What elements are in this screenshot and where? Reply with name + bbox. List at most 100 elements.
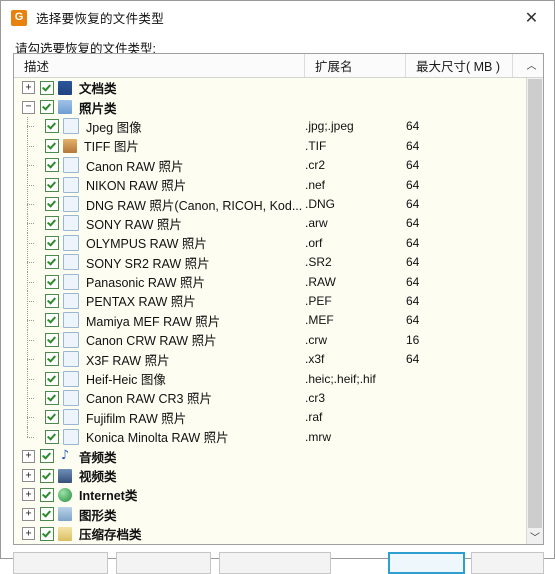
table-row[interactable]: Jpeg 图像.jpg;.jpeg64 bbox=[14, 117, 543, 136]
row-label: Mamiya MEF RAW 照片 bbox=[86, 311, 220, 330]
row-checkbox[interactable] bbox=[45, 178, 59, 192]
table-row[interactable]: +图形类 bbox=[14, 505, 543, 524]
row-checkbox[interactable] bbox=[45, 294, 59, 308]
row-label: 照片类 bbox=[79, 98, 117, 117]
row-checkbox[interactable] bbox=[45, 333, 59, 347]
row-label: Konica Minolta RAW 照片 bbox=[86, 427, 229, 446]
title-bar: G 选择要恢复的文件类型 ✕ bbox=[1, 1, 554, 34]
scroll-up-icon[interactable]: ︿ bbox=[525, 57, 538, 72]
globe-icon bbox=[58, 488, 72, 502]
row-checkbox[interactable] bbox=[40, 81, 54, 95]
expand-icon[interactable]: + bbox=[22, 488, 35, 501]
restore-default-button[interactable] bbox=[219, 552, 331, 574]
file-icon bbox=[63, 215, 79, 231]
table-row[interactable]: − 照片类 bbox=[14, 97, 543, 116]
expand-icon[interactable]: + bbox=[22, 81, 35, 94]
row-max-size: 64 bbox=[406, 255, 513, 269]
row-checkbox[interactable] bbox=[45, 139, 59, 153]
close-icon[interactable]: ✕ bbox=[509, 1, 554, 34]
row-checkbox[interactable] bbox=[40, 100, 54, 114]
tree-indent-guide bbox=[14, 136, 40, 155]
row-checkbox[interactable] bbox=[45, 275, 59, 289]
row-checkbox[interactable] bbox=[45, 352, 59, 366]
collapse-icon[interactable]: − bbox=[22, 101, 35, 114]
scrollbar-thumb[interactable] bbox=[528, 79, 542, 528]
row-checkbox[interactable] bbox=[45, 313, 59, 327]
row-description-cell: +视频类 bbox=[14, 466, 305, 485]
select-all-button[interactable] bbox=[13, 552, 108, 574]
graphics-icon bbox=[58, 507, 72, 521]
row-checkbox[interactable] bbox=[45, 410, 59, 424]
row-extension: .arw bbox=[305, 216, 406, 230]
row-checkbox[interactable] bbox=[40, 469, 54, 483]
table-row[interactable]: Canon RAW 照片.cr264 bbox=[14, 156, 543, 175]
table-row[interactable]: +视频类 bbox=[14, 466, 543, 485]
column-header-extension[interactable]: 扩展名 bbox=[305, 54, 406, 77]
table-row[interactable]: Panasonic RAW 照片.RAW64 bbox=[14, 272, 543, 291]
table-row[interactable]: +压缩存档类 bbox=[14, 524, 543, 543]
expand-icon[interactable]: + bbox=[22, 469, 35, 482]
row-label: OLYMPUS RAW 照片 bbox=[86, 233, 207, 252]
row-checkbox[interactable] bbox=[40, 507, 54, 521]
table-row[interactable]: +♪音频类 bbox=[14, 446, 543, 465]
row-extension: .TIF bbox=[305, 139, 406, 153]
row-extension: .SR2 bbox=[305, 255, 406, 269]
column-header-maxsize[interactable]: 最大尺寸( MB ) bbox=[406, 54, 513, 77]
tree-indent-guide bbox=[14, 156, 40, 175]
row-label: X3F RAW 照片 bbox=[86, 350, 170, 369]
scroll-down-icon[interactable]: ﹀ bbox=[527, 528, 543, 544]
tree-indent-guide bbox=[14, 214, 40, 233]
table-row[interactable]: Canon RAW CR3 照片.cr3 bbox=[14, 388, 543, 407]
table-row[interactable]: Canon CRW RAW 照片.crw16 bbox=[14, 330, 543, 349]
column-header-description[interactable]: 描述 bbox=[14, 54, 305, 77]
row-checkbox[interactable] bbox=[40, 449, 54, 463]
row-label: Panasonic RAW 照片 bbox=[86, 272, 205, 291]
row-label: SONY RAW 照片 bbox=[86, 214, 182, 233]
table-row[interactable]: Mamiya MEF RAW 照片.MEF64 bbox=[14, 311, 543, 330]
expand-icon[interactable]: + bbox=[22, 508, 35, 521]
row-extension: .heic;.heif;.hif bbox=[305, 372, 406, 386]
row-checkbox[interactable] bbox=[45, 119, 59, 133]
file-icon bbox=[63, 196, 79, 212]
table-row[interactable]: +Internet类 bbox=[14, 485, 543, 504]
row-label: DNG RAW 照片(Canon, RICOH, Kod... bbox=[86, 195, 302, 214]
row-description-cell: +♪音频类 bbox=[14, 447, 305, 466]
row-extension: .nef bbox=[305, 178, 406, 192]
row-checkbox[interactable] bbox=[45, 216, 59, 230]
table-row[interactable]: SONY RAW 照片.arw64 bbox=[14, 214, 543, 233]
deselect-all-button[interactable] bbox=[116, 552, 211, 574]
vertical-scrollbar[interactable]: ﹀ bbox=[526, 78, 543, 544]
expand-icon[interactable]: + bbox=[22, 527, 35, 540]
row-checkbox[interactable] bbox=[40, 488, 54, 502]
row-checkbox[interactable] bbox=[45, 372, 59, 386]
table-row[interactable]: DNG RAW 照片(Canon, RICOH, Kod....DNG64 bbox=[14, 194, 543, 213]
table-row[interactable]: Heif-Heic 图像.heic;.heif;.hif bbox=[14, 369, 543, 388]
row-checkbox[interactable] bbox=[45, 197, 59, 211]
row-checkbox[interactable] bbox=[45, 430, 59, 444]
table-row[interactable]: X3F RAW 照片.x3f64 bbox=[14, 349, 543, 368]
expand-icon[interactable]: + bbox=[22, 450, 35, 463]
row-checkbox[interactable] bbox=[45, 158, 59, 172]
table-row[interactable]: OLYMPUS RAW 照片.orf64 bbox=[14, 233, 543, 252]
row-checkbox[interactable] bbox=[45, 236, 59, 250]
row-checkbox[interactable] bbox=[40, 527, 54, 541]
row-checkbox[interactable] bbox=[45, 391, 59, 405]
row-checkbox[interactable] bbox=[45, 255, 59, 269]
table-row[interactable]: Konica Minolta RAW 照片.mrw bbox=[14, 427, 543, 446]
row-description-cell: Fujifilm RAW 照片 bbox=[14, 408, 305, 427]
row-description-cell: Heif-Heic 图像 bbox=[14, 369, 305, 388]
table-row[interactable]: +邮件类 bbox=[14, 543, 543, 544]
row-extension: .raf bbox=[305, 410, 406, 424]
file-icon bbox=[63, 409, 79, 425]
table-row[interactable]: PENTAX RAW 照片.PEF64 bbox=[14, 291, 543, 310]
table-row[interactable]: SONY SR2 RAW 照片.SR264 bbox=[14, 253, 543, 272]
ok-button[interactable] bbox=[388, 552, 465, 574]
cancel-button[interactable] bbox=[471, 552, 544, 574]
table-row[interactable]: NIKON RAW 照片.nef64 bbox=[14, 175, 543, 194]
file-icon bbox=[63, 312, 79, 328]
table-row[interactable]: TIFF 图片.TIF64 bbox=[14, 136, 543, 155]
table-row[interactable]: Fujifilm RAW 照片.raf bbox=[14, 408, 543, 427]
row-extension: .x3f bbox=[305, 352, 406, 366]
table-row[interactable]: +文档类 bbox=[14, 78, 543, 97]
row-extension: .crw bbox=[305, 333, 406, 347]
